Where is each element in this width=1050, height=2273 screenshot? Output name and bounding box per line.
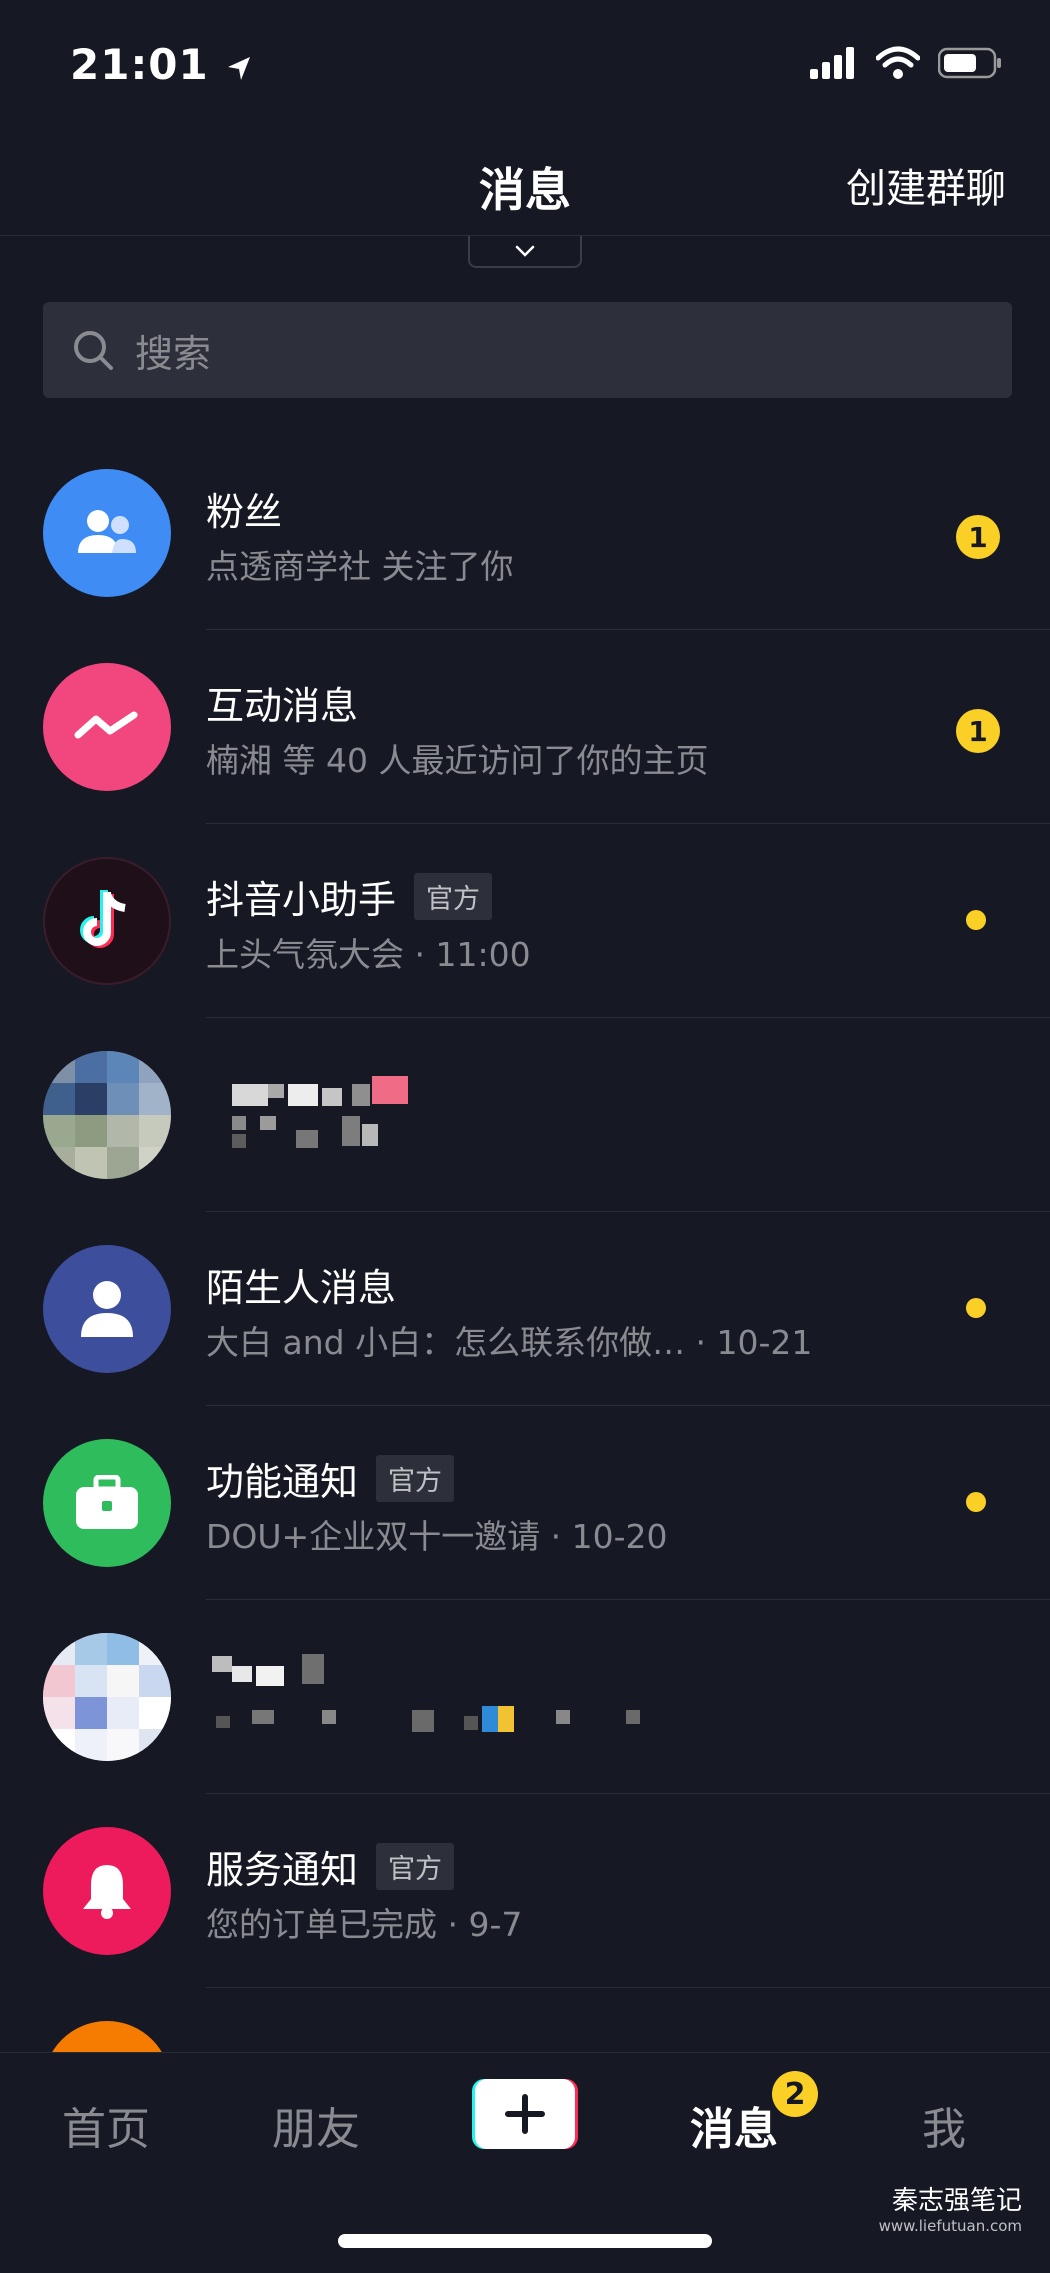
wifi-icon bbox=[876, 46, 920, 79]
status-icons bbox=[810, 46, 1002, 80]
list-item-blurred[interactable] bbox=[0, 1018, 1050, 1212]
signal-icon bbox=[810, 47, 854, 79]
bell-icon bbox=[83, 1865, 131, 1919]
item-subtitle: 上头气氛大会 · 11:00 bbox=[206, 935, 531, 974]
unread-dot bbox=[966, 910, 986, 930]
interaction-avatar bbox=[43, 663, 171, 791]
item-subtitle: 大白 and 小白：怎么联系你做… · 10-21 bbox=[206, 1323, 813, 1362]
official-tag: 官方 bbox=[376, 1455, 455, 1502]
list-item-blurred[interactable] bbox=[0, 1600, 1050, 1794]
search-placeholder: 搜索 bbox=[135, 331, 212, 376]
item-title-row: 功能通知 官方 bbox=[206, 1451, 455, 1506]
service-notice-avatar bbox=[43, 1827, 171, 1955]
list-item-strangers[interactable]: 陌生人消息 大白 and 小白：怎么联系你做… · 10-21 bbox=[0, 1212, 1050, 1406]
message-list: 粉丝 点透商学社 关注了你 1 互动消息 楠湘 等 40 人最近访问了你的主页 … bbox=[0, 436, 1050, 2182]
strangers-avatar bbox=[43, 1245, 171, 1373]
item-title-row: 互动消息 bbox=[206, 675, 358, 730]
douyin-assistant-avatar bbox=[43, 857, 171, 985]
item-title: 互动消息 bbox=[206, 684, 359, 728]
nav-me[interactable]: 我 bbox=[922, 2093, 966, 2157]
pixelated-text bbox=[212, 1654, 640, 1732]
tiktok-logo-icon bbox=[80, 890, 126, 948]
pixelated-avatar-image bbox=[43, 1633, 171, 1761]
official-tag: 官方 bbox=[376, 1843, 455, 1890]
location-arrow-icon bbox=[228, 56, 251, 80]
fans-avatar bbox=[43, 469, 171, 597]
item-subtitle: 您的订单已完成 · 9-7 bbox=[206, 1905, 523, 1944]
status-time: 21:01 bbox=[70, 40, 254, 89]
nav-home[interactable]: 首页 bbox=[62, 2093, 150, 2157]
list-item-interactions[interactable]: 互动消息 楠湘 等 40 人最近访问了你的主页 1 bbox=[0, 630, 1050, 824]
toolbox-icon bbox=[76, 1475, 138, 1529]
unread-count-badge: 1 bbox=[956, 709, 1000, 753]
list-item-fans[interactable]: 粉丝 点透商学社 关注了你 1 bbox=[0, 436, 1050, 630]
pixelated-avatar-image bbox=[43, 1051, 171, 1179]
item-title: 陌生人消息 bbox=[206, 1266, 397, 1310]
item-subtitle: 楠湘 等 40 人最近访问了你的主页 bbox=[206, 741, 709, 780]
search-input[interactable]: 搜索 bbox=[43, 302, 1012, 398]
item-title: 服务通知 bbox=[206, 1848, 359, 1892]
blurred-avatar bbox=[43, 1051, 171, 1179]
item-title-row: 服务通知 官方 bbox=[206, 1839, 455, 1894]
item-title: 粉丝 bbox=[206, 490, 283, 534]
unread-dot bbox=[966, 1298, 986, 1318]
list-item-feature-notice[interactable]: 功能通知 官方 DOU+企业双十一邀请 · 10-20 bbox=[0, 1406, 1050, 1600]
official-tag: 官方 bbox=[414, 873, 493, 920]
nav-friends[interactable]: 朋友 bbox=[272, 2093, 360, 2157]
chevron-down-icon bbox=[515, 245, 535, 257]
watermark-url: www.liefutuan.com bbox=[878, 2217, 1022, 2235]
home-indicator bbox=[338, 2234, 712, 2248]
blurred-avatar bbox=[43, 1633, 171, 1761]
search-icon bbox=[74, 331, 113, 370]
item-subtitle: 点透商学社 关注了你 bbox=[206, 547, 514, 586]
fans-icon bbox=[78, 510, 136, 553]
item-title: 功能通知 bbox=[206, 1460, 359, 1504]
feature-notice-avatar bbox=[43, 1439, 171, 1567]
person-icon bbox=[81, 1281, 133, 1337]
create-group-button[interactable]: 创建群聊 bbox=[846, 156, 1006, 214]
nav-message-badge: 2 bbox=[772, 2071, 818, 2117]
item-title: 抖音小助手 bbox=[206, 878, 397, 922]
watermark: 秦志强笔记 www.liefutuan.com bbox=[879, 2180, 1022, 2235]
item-title-row: 粉丝 bbox=[206, 481, 282, 536]
item-title-row: 陌生人消息 bbox=[206, 1257, 396, 1312]
pull-down-handle[interactable] bbox=[468, 236, 582, 268]
list-item-service-notice[interactable]: 服务通知 官方 您的订单已完成 · 9-7 bbox=[0, 1794, 1050, 1988]
pixelated-text bbox=[232, 1076, 408, 1148]
battery-icon bbox=[938, 47, 1001, 79]
header: 消息 创建群聊 bbox=[0, 130, 1050, 236]
status-bar: 21:01 bbox=[0, 0, 1050, 130]
watermark-name: 秦志强笔记 bbox=[891, 2186, 1022, 2216]
create-video-button[interactable] bbox=[470, 2077, 580, 2151]
unread-dot bbox=[966, 1492, 986, 1512]
list-item-douyin-assistant[interactable]: 抖音小助手 官方 上头气氛大会 · 11:00 bbox=[0, 824, 1050, 1018]
unread-count-badge: 1 bbox=[956, 515, 1000, 559]
nav-messages[interactable]: 消息 bbox=[690, 2093, 778, 2157]
item-title-row: 抖音小助手 官方 bbox=[206, 869, 493, 924]
item-subtitle: DOU+企业双十一邀请 · 10-20 bbox=[206, 1517, 668, 1556]
interaction-icon bbox=[74, 711, 138, 739]
